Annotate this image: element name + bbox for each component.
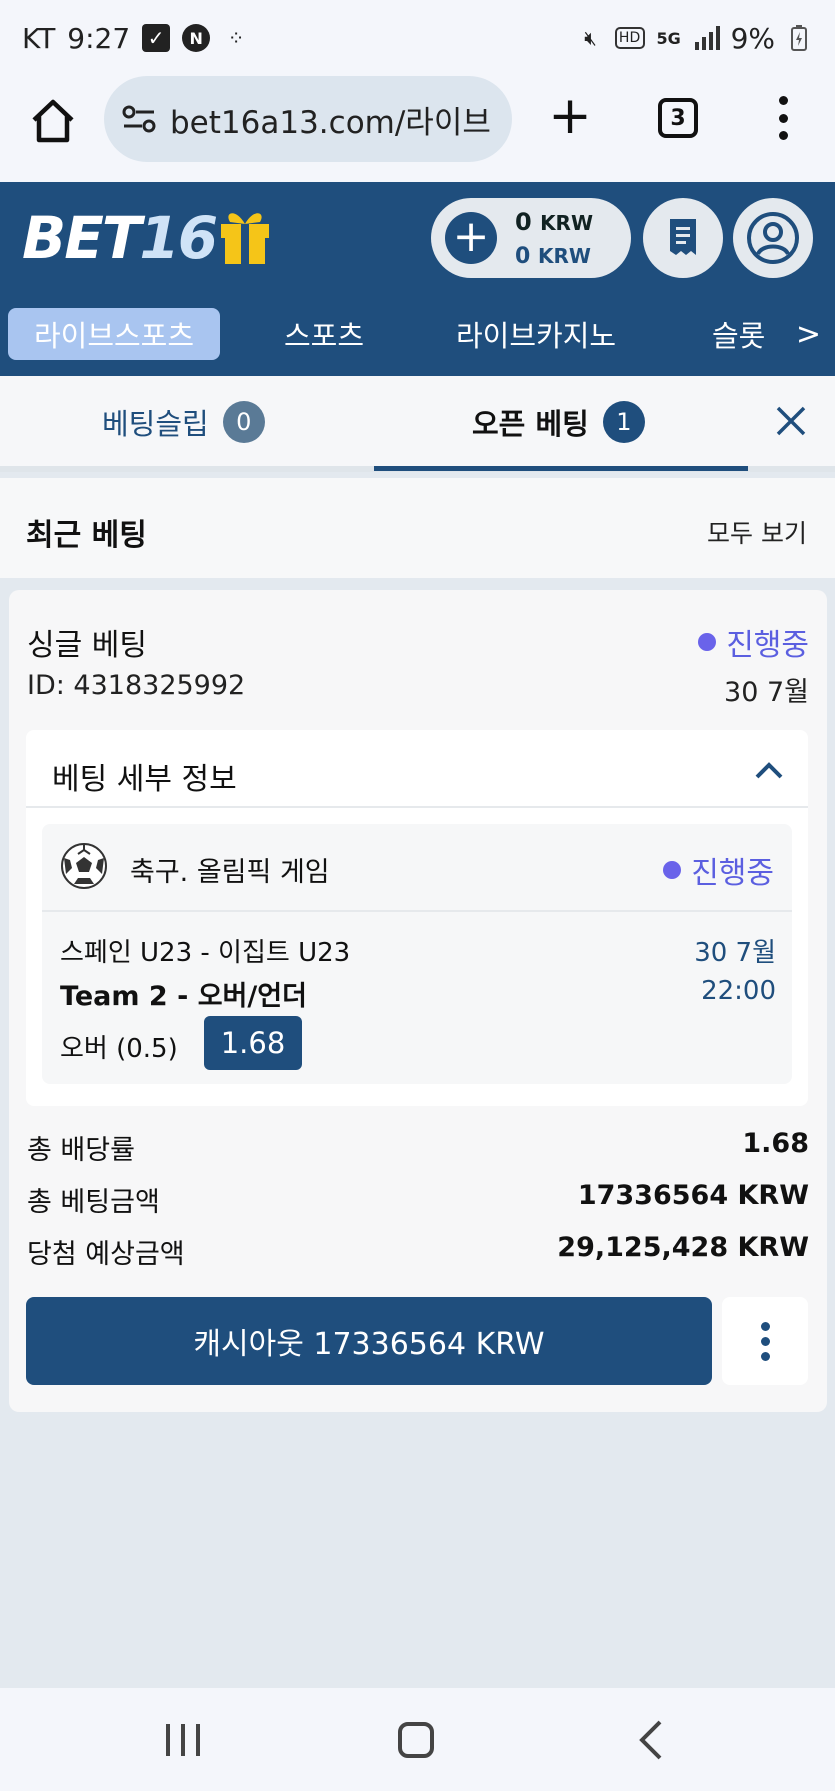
event-status-badge: 진행중 [663, 848, 774, 892]
bet-card: 싱글 베팅 진행중 ID: 4318325992 30 7월 베팅 세부 정보 … [9, 590, 827, 1412]
close-icon [776, 406, 806, 436]
carrier-label: KT [22, 21, 56, 55]
profile-button[interactable] [733, 198, 813, 278]
user-icon [747, 212, 799, 264]
main-balance: 0 KRW [515, 208, 594, 236]
match-name: 스페인 U23 - 이집트 U23 [60, 938, 351, 968]
clock-label: 9:27 [67, 21, 131, 55]
site-settings-icon [122, 105, 156, 133]
bet-id: ID: 4318325992 [27, 670, 246, 701]
home-icon [32, 99, 74, 143]
bet-details-panel: 베팅 세부 정보 축구. 올림픽 게임 진행중 스페인 U23 - 이집트 U2… [26, 730, 808, 1106]
bet-status-badge: 진행중 [698, 620, 809, 664]
bet-date: 30 7월 [724, 677, 809, 708]
divider [42, 910, 792, 912]
nav-sports[interactable]: 스포츠 [284, 308, 364, 360]
main-nav: 라이브스포츠 스포츠 라이브카지노 슬롯 > [0, 294, 835, 376]
divider [26, 806, 808, 808]
recent-bets-title: 최근 베팅 [26, 518, 147, 553]
open-bets-count-badge: 1 [602, 401, 645, 443]
receipt-icon [670, 219, 696, 255]
home-button[interactable] [28, 96, 78, 146]
cashout-button[interactable]: 캐시아웃 17336564 KRW [26, 1297, 712, 1385]
5g-icon: 5G [656, 28, 681, 48]
status-bar: KT 9:27 ✓ N ⁘ 🔇︎ HD 5G 9% [0, 0, 835, 76]
new-tab-button[interactable]: + [548, 90, 592, 146]
close-button[interactable] [774, 404, 808, 438]
soccer-ball-icon [61, 843, 107, 889]
view-all-link[interactable]: 모두 보기 [707, 514, 807, 550]
balance-widget[interactable]: + 0 KRW 0 KRW [431, 198, 631, 278]
app-notification-icon: ⁘ [227, 26, 245, 50]
bonus-balance: 0 KRW [515, 244, 591, 269]
site-header: BET16 + 0 KRW 0 KRW [0, 182, 835, 294]
bet16-logo[interactable]: BET16 [22, 204, 218, 272]
status-dot-icon [698, 633, 717, 651]
n-app-icon: N [182, 24, 211, 52]
sport-name: 축구. 올림픽 게임 [130, 857, 330, 888]
address-bar[interactable]: bet16a13.com/라이브 [104, 76, 512, 162]
recent-bets-header: 최근 베팅 모두 보기 [0, 478, 835, 578]
gift-icon[interactable] [218, 204, 272, 266]
check-notification-icon: ✓ [142, 24, 171, 52]
match-time: 22:00 [701, 976, 776, 1006]
hd-icon: HD [614, 27, 645, 49]
nav-next-arrow[interactable]: > [796, 308, 821, 360]
bet-history-button[interactable] [643, 198, 723, 278]
nav-live-casino[interactable]: 라이브카지노 [456, 308, 616, 360]
home-nav-button[interactable] [398, 1722, 434, 1758]
chevron-up-icon[interactable] [754, 760, 784, 780]
nav-live-sports[interactable]: 라이브스포츠 [8, 308, 220, 360]
url-text: bet16a13.com/라이브 [170, 104, 491, 141]
signal-icon [693, 24, 721, 52]
active-tab-indicator [374, 466, 748, 471]
bet-details-title[interactable]: 베팅 세부 정보 [52, 754, 237, 798]
tab-open-bets[interactable]: 오픈 베팅 1 [472, 398, 645, 446]
match-date: 30 7월 [694, 938, 776, 968]
market-name: Team 2 - 오버/언더 [60, 981, 307, 1012]
betslip-tabs: 베팅슬립 0 오픈 베팅 1 [0, 376, 835, 472]
tab-switcher-button[interactable]: 3 [658, 98, 698, 138]
battery-percent: 9% [730, 21, 775, 55]
nav-slots[interactable]: 슬롯 [712, 308, 765, 360]
status-dot-icon [663, 861, 682, 879]
browser-menu-button[interactable] [770, 90, 796, 146]
back-button[interactable] [636, 1718, 666, 1762]
selection-name: 오버 (0.5) [60, 1034, 178, 1064]
battery-icon [785, 24, 813, 52]
system-nav-bar [0, 1688, 835, 1791]
browser-toolbar: bet16a13.com/라이브 + 3 [0, 76, 835, 182]
cashout-options-button[interactable] [722, 1297, 808, 1385]
deposit-plus-icon[interactable]: + [445, 212, 497, 264]
betslip-count-badge: 0 [222, 401, 265, 443]
odds-badge: 1.68 [204, 1016, 302, 1070]
tab-betslip[interactable]: 베팅슬립 0 [102, 398, 265, 446]
recent-apps-button[interactable] [166, 1724, 200, 1756]
mute-icon: 🔇︎ [584, 26, 597, 50]
event-item: 축구. 올림픽 게임 진행중 스페인 U23 - 이집트 U23 30 7월 T… [42, 824, 792, 1084]
bet-type: 싱글 베팅 [27, 628, 147, 663]
